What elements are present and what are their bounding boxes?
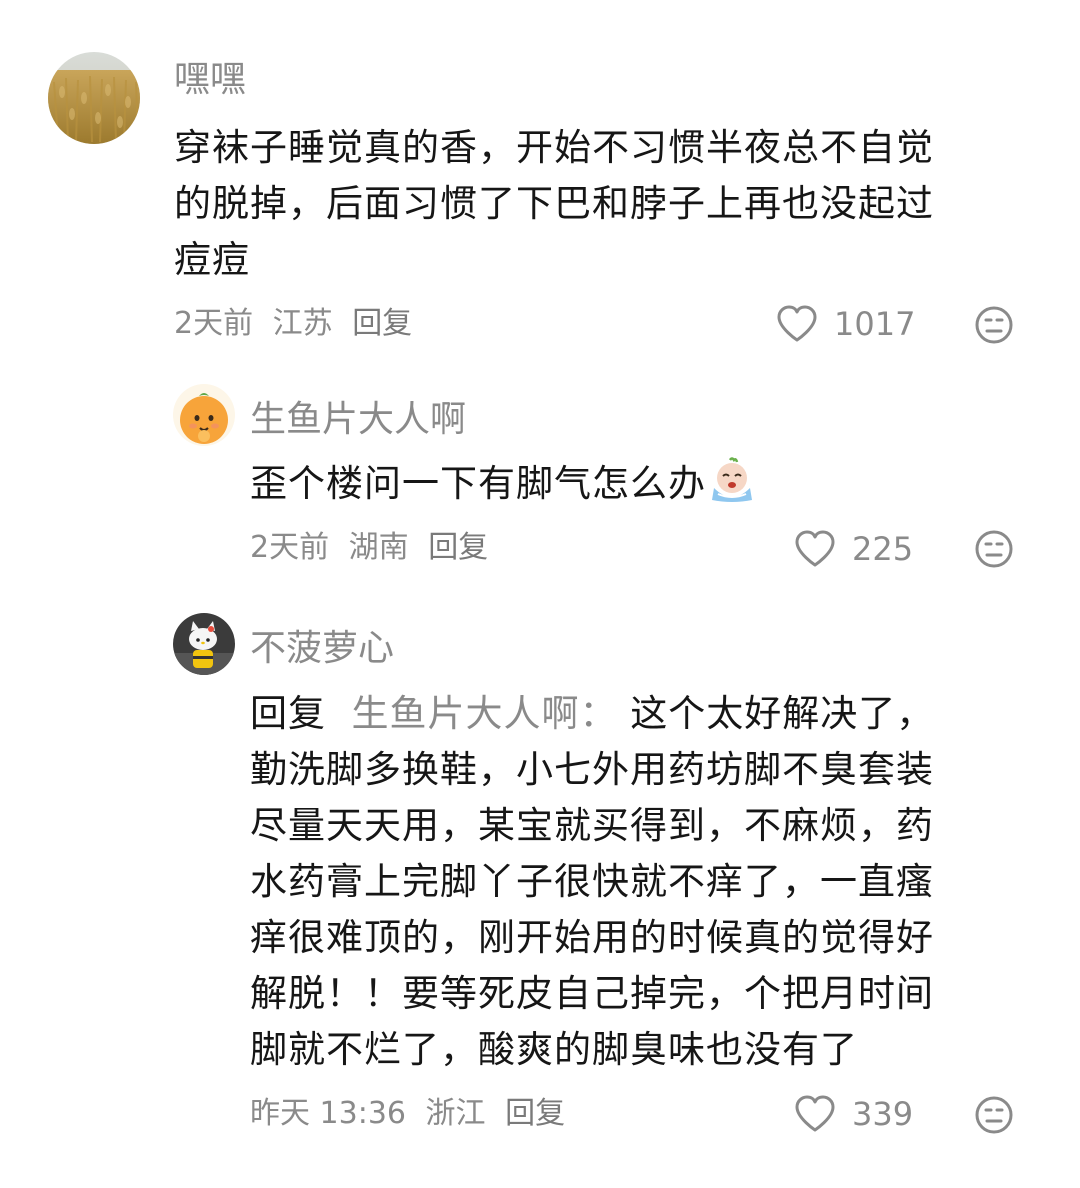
author-name[interactable]: 嘿嘿 [174, 58, 246, 102]
comment-line: 痒很难顶的，刚开始用的时候真的觉得好 [250, 916, 934, 959]
comment-line: 脚就不烂了，酸爽的脚臭味也没有了 [250, 1028, 858, 1071]
like-button[interactable]: 225 [794, 529, 913, 569]
heart-outline-icon [795, 530, 835, 567]
comment-line: 回复 生鱼片大人啊： 这个太好解决了， [250, 686, 934, 742]
comment-meta: 昨天 13:36 浙江 回复 [250, 1094, 575, 1134]
timestamp: 昨天 13:36 [250, 1096, 406, 1131]
like-count: 339 [852, 1095, 914, 1133]
meh-face-icon[interactable] [974, 305, 1014, 345]
reply-to-user[interactable]: 生鱼片大人啊： [352, 692, 618, 735]
heart-outline-icon [795, 1095, 835, 1132]
reply-button[interactable]: 回复 [428, 530, 488, 565]
comment-text: 穿袜子睡觉真的香，开始不习惯半夜总不自觉 的脱掉，后面习惯了下巴和脖子上再也没起… [174, 120, 934, 288]
comment-line: 水药膏上完脚丫子很快就不痒了，一直瘙 [250, 860, 934, 903]
like-button[interactable]: 1017 [776, 304, 915, 344]
crying-emoji-icon [712, 457, 752, 502]
orange-cartoon-avatar-icon [173, 384, 235, 446]
timestamp: 2天前 [250, 530, 330, 565]
location: 江苏 [272, 306, 333, 341]
comment-line-text: 这个太好解决了， [630, 692, 935, 735]
avatar[interactable] [173, 613, 235, 675]
comment-line: 穿袜子睡觉真的香，开始不习惯半夜总不自觉 [174, 126, 934, 169]
author-name[interactable]: 不菠萝心 [250, 627, 394, 671]
hello-kitty-avatar-icon [173, 613, 235, 675]
comment-line-text: 歪个楼问一下有脚气怎么办 [250, 462, 706, 505]
comment-line: 勤洗脚多换鞋，小七外用药坊脚不臭套装 [250, 748, 934, 791]
location: 湖南 [348, 530, 409, 565]
like-count: 1017 [834, 305, 916, 343]
reply-button[interactable]: 回复 [352, 306, 412, 341]
comment-meta: 2天前 江苏 回复 [174, 304, 422, 344]
comment-line: 痘痘 [174, 238, 250, 281]
timestamp: 2天前 [174, 306, 254, 341]
location: 浙江 [425, 1096, 486, 1131]
meh-face-icon[interactable] [974, 1095, 1014, 1135]
wheat-field-avatar-icon [48, 52, 140, 144]
comment-line: 解脱！！要等死皮自己掉完，个把月时间 [250, 972, 934, 1015]
reply-prefix: 回复 [250, 692, 326, 735]
like-button[interactable]: 339 [794, 1094, 913, 1134]
comment-line: 的脱掉，后面习惯了下巴和脖子上再也没起过 [174, 182, 934, 225]
comment-text: 回复 生鱼片大人啊： 这个太好解决了， 勤洗脚多换鞋，小七外用药坊脚不臭套装 尽… [250, 686, 934, 1078]
heart-outline-icon [777, 305, 817, 342]
comment-line: 尽量天天用，某宝就买得到，不麻烦，药 [250, 804, 934, 847]
avatar[interactable] [48, 52, 140, 144]
meh-face-icon[interactable] [974, 529, 1014, 569]
comment-line: 歪个楼问一下有脚气怎么办 [250, 456, 756, 512]
author-name[interactable]: 生鱼片大人啊 [250, 398, 466, 442]
reply-button[interactable]: 回复 [505, 1096, 565, 1131]
like-count: 225 [852, 530, 914, 568]
avatar[interactable] [173, 384, 235, 446]
comment-text: 歪个楼问一下有脚气怎么办 [250, 456, 756, 512]
comment-meta: 2天前 湖南 回复 [250, 528, 498, 568]
